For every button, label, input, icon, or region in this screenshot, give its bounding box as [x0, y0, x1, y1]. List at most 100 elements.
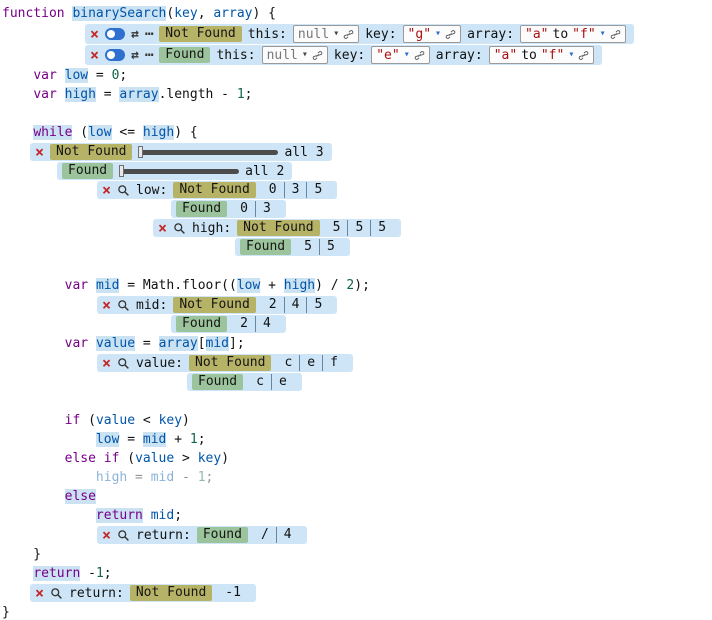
code-line-blank[interactable]: [2, 257, 712, 276]
iteration-range-label: all 3: [284, 145, 323, 160]
loop-example-badge: Not Found: [50, 144, 132, 160]
array-to-value: "f": [572, 27, 595, 42]
probe-example-badge: Found: [240, 239, 291, 255]
probe-values: 24: [233, 316, 278, 332]
more-options-icon[interactable]: ⋯: [145, 27, 153, 41]
key-value: "g": [408, 27, 431, 42]
probe-value-not-found: × value: Not Found cef: [97, 354, 353, 372]
this-value-dropdown[interactable]: null ▾: [262, 46, 328, 64]
example-name-badge[interactable]: Not Found: [159, 26, 241, 42]
example-row-found: × ⇄ ⋯ Found this: null ▾ key: "e" ▾ arra…: [85, 45, 602, 65]
probe-high-not-found: × high: Not Found 555: [153, 219, 401, 237]
this-label: this:: [248, 27, 287, 42]
slider-handle[interactable]: [119, 165, 124, 177]
binary-search-live-editor: function binarySearch(key, array) { × ⇄ …: [0, 0, 712, 620]
probe-label: return:: [136, 528, 191, 543]
key-label: key:: [365, 27, 396, 42]
probe-label: value:: [136, 356, 183, 371]
example-name-badge[interactable]: Found: [159, 47, 210, 63]
code-line-else-if[interactable]: else if (value > key): [2, 449, 712, 468]
array-label: array:: [436, 48, 483, 63]
this-value-dropdown[interactable]: null ▾: [293, 25, 359, 43]
chevron-down-icon: ▾: [600, 29, 606, 39]
probe-values: -1: [218, 585, 248, 601]
magnifier-icon: [117, 299, 130, 312]
swap-arrows-icon[interactable]: ⇄: [131, 28, 139, 41]
remove-probe-icon[interactable]: ×: [102, 356, 111, 371]
probe-low-found: Found 03: [171, 200, 286, 218]
remove-probe-icon[interactable]: ×: [102, 298, 111, 313]
remove-example-icon[interactable]: ×: [90, 48, 99, 63]
remove-probe-icon[interactable]: ×: [102, 528, 111, 543]
example-toggle[interactable]: [105, 49, 125, 61]
code-line-var-value[interactable]: var value = array[mid];: [2, 334, 712, 353]
probe-values: 55: [297, 239, 342, 255]
code-line-var-mid[interactable]: var mid = Math.floor((low + high) / 2);: [2, 276, 712, 295]
code-line-low-assign[interactable]: low = mid + 1;: [2, 430, 712, 449]
code-line-var-low[interactable]: var low = 0;: [2, 66, 712, 85]
link-icon[interactable]: [578, 50, 589, 61]
remove-probe-icon[interactable]: ×: [35, 586, 44, 601]
code-line-var-high[interactable]: var high = array.length - 1;: [2, 85, 712, 104]
probe-mid-not-found: × mid: Not Found 245: [97, 296, 337, 314]
probe-example-badge: Not Found: [189, 355, 271, 371]
chevron-down-icon: ▾: [302, 50, 308, 60]
toggle-knob: [107, 51, 115, 59]
iteration-slider[interactable]: [119, 165, 239, 177]
probe-values: ce: [249, 374, 294, 390]
this-value: null: [298, 27, 329, 42]
probe-return-found: × return: Found /4: [97, 526, 307, 544]
magnifier-icon: [50, 587, 63, 600]
code-line-while[interactable]: while (low <= high) {: [2, 123, 712, 142]
swap-arrows-icon[interactable]: ⇄: [131, 49, 139, 62]
link-icon[interactable]: [445, 29, 456, 40]
link-icon[interactable]: [343, 29, 354, 40]
probe-example-badge: Found: [197, 527, 248, 543]
link-icon[interactable]: [414, 50, 425, 61]
code-line-else[interactable]: else: [2, 487, 712, 506]
chevron-down-icon: ▾: [333, 29, 339, 39]
more-options-icon[interactable]: ⋯: [145, 48, 153, 62]
key-label: key:: [334, 48, 365, 63]
this-value: null: [267, 48, 298, 63]
array-value-dropdown[interactable]: "a" to "f" ▾: [520, 25, 626, 43]
remove-probe-icon[interactable]: ×: [102, 183, 111, 198]
array-to-word: to: [521, 48, 537, 63]
example-toggle[interactable]: [105, 28, 125, 40]
array-value-dropdown[interactable]: "a" to "f" ▾: [489, 46, 595, 64]
remove-probe-icon[interactable]: ×: [158, 221, 167, 236]
code-line-return-minus-one[interactable]: return -1;: [2, 564, 712, 583]
probe-example-badge: Not Found: [173, 297, 255, 313]
magnifier-icon: [117, 184, 130, 197]
remove-example-icon[interactable]: ×: [90, 27, 99, 42]
slider-track[interactable]: [138, 150, 278, 155]
probe-values: /4: [254, 527, 299, 543]
magnifier-icon: [173, 222, 186, 235]
link-icon[interactable]: [312, 50, 323, 61]
code-line-return-mid[interactable]: return mid;: [2, 506, 712, 525]
probe-example-badge: Not Found: [173, 182, 255, 198]
link-icon[interactable]: [610, 29, 621, 40]
probe-example-badge: Not Found: [130, 585, 212, 601]
code-line-blank[interactable]: [2, 104, 712, 123]
probe-values: 035: [262, 182, 329, 198]
probe-label: mid:: [136, 298, 167, 313]
slider-track[interactable]: [119, 169, 239, 174]
this-label: this:: [216, 48, 255, 63]
loop-slider-found: Found all 2: [57, 162, 292, 180]
key-value: "e": [376, 48, 399, 63]
code-line-close-function[interactable]: }: [2, 603, 712, 620]
magnifier-icon: [117, 529, 130, 542]
loop-slider-not-found: × Not Found all 3: [30, 143, 332, 161]
code-line-function[interactable]: function binarySearch(key, array) {: [2, 4, 712, 23]
code-line-blank[interactable]: [2, 392, 712, 411]
slider-handle[interactable]: [138, 146, 143, 158]
code-line-high-assign-unexecuted[interactable]: high = mid - 1;: [2, 468, 712, 487]
remove-loop-widget-icon[interactable]: ×: [35, 145, 44, 160]
code-line-if[interactable]: if (value < key): [2, 411, 712, 430]
key-value-dropdown[interactable]: "g" ▾: [403, 25, 462, 43]
array-from-value: "a": [494, 48, 517, 63]
code-line-close-while[interactable]: }: [2, 545, 712, 564]
key-value-dropdown[interactable]: "e" ▾: [371, 46, 430, 64]
iteration-slider[interactable]: [138, 146, 278, 158]
